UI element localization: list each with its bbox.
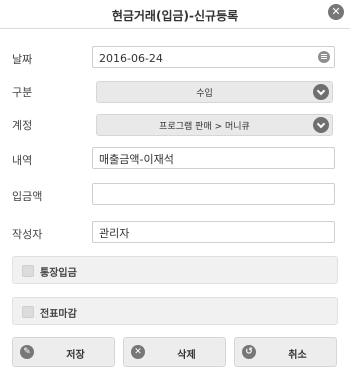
slip-close-checkbox-row[interactable]: 전표마감	[12, 297, 338, 325]
chevron-down-icon[interactable]	[313, 84, 329, 100]
amount-field[interactable]	[92, 183, 335, 206]
cancel-button[interactable]: ↺ 취소	[234, 337, 337, 367]
cancel-button-label: 취소	[288, 350, 307, 361]
account-label: 계정	[12, 119, 33, 132]
save-button-label: 저장	[66, 350, 85, 361]
amount-label: 입금액	[12, 190, 43, 203]
close-icon[interactable]: ✕	[328, 4, 344, 20]
account-select-value: 프로그램 판매 > 머니큐	[159, 122, 250, 132]
slip-close-checkbox[interactable]	[22, 306, 34, 318]
account-select[interactable]: 프로그램 판매 > 머니큐	[96, 114, 333, 136]
dialog-titlebar: 현금거래(입금)-신규등록 ✕	[0, 0, 350, 29]
amount-input[interactable]	[93, 185, 303, 206]
pencil-icon: ✎	[20, 345, 34, 359]
delete-button-label: 삭제	[177, 350, 196, 361]
delete-button[interactable]: ✕ 삭제	[123, 337, 226, 367]
chevron-down-icon[interactable]	[313, 117, 329, 133]
date-field[interactable]	[92, 46, 335, 69]
save-button[interactable]: ✎ 저장	[12, 337, 115, 367]
description-input[interactable]	[93, 149, 303, 169]
category-label: 구분	[12, 86, 33, 99]
dialog-title: 현금거래(입금)-신규등록	[111, 9, 239, 23]
date-input[interactable]	[93, 48, 303, 69]
slip-close-label: 전표마감	[40, 309, 77, 320]
author-field[interactable]	[92, 221, 335, 243]
description-label: 내역	[12, 154, 33, 167]
bank-deposit-label: 통장입금	[40, 268, 77, 279]
calendar-icon[interactable]	[318, 51, 330, 63]
author-label: 작성자	[12, 228, 43, 241]
bank-deposit-checkbox[interactable]	[22, 265, 34, 277]
bank-deposit-checkbox-row[interactable]: 통장입금	[12, 256, 338, 284]
author-input[interactable]	[93, 223, 303, 243]
dialog: 현금거래(입금)-신규등록 ✕ 날짜 구분 수입 계정 프로그램 판매 > 머니…	[0, 0, 350, 380]
category-select-value: 수입	[196, 89, 213, 99]
undo-icon: ↺	[242, 345, 256, 359]
category-select[interactable]: 수입	[96, 81, 333, 103]
date-label: 날짜	[12, 53, 33, 66]
x-circle-icon: ✕	[131, 345, 145, 359]
description-field[interactable]	[92, 147, 335, 169]
